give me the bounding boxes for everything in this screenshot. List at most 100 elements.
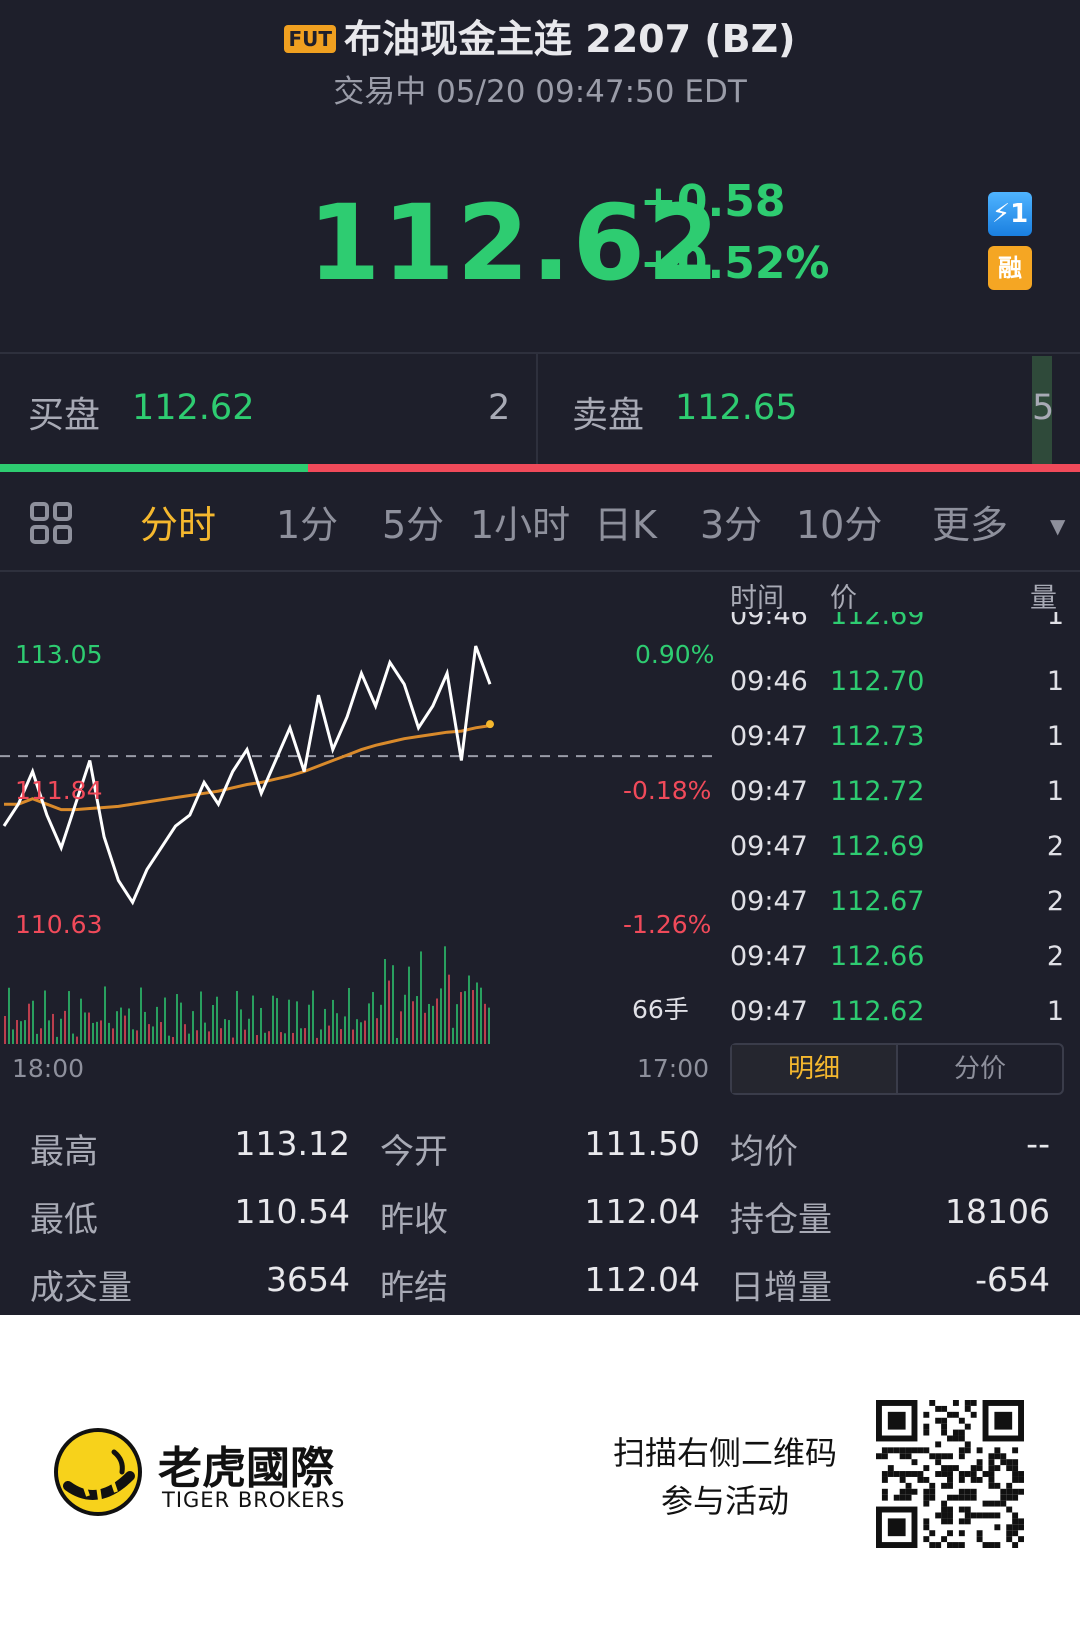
intraday-chart[interactable]	[0, 572, 720, 1062]
tab-1min[interactable]: 1分	[276, 494, 338, 549]
volume-bar	[452, 1027, 454, 1044]
open-value: 111.50	[584, 1124, 700, 1163]
tick-price: 112.73	[830, 721, 925, 752]
volume-bar	[108, 1022, 110, 1044]
bid-size: 2	[488, 388, 511, 428]
volume-bar	[4, 1016, 6, 1044]
volume-bar	[200, 991, 202, 1044]
volume-bar	[276, 998, 278, 1044]
prev-close-label: 昨收	[380, 1200, 448, 1240]
chevron-down-icon[interactable]: ▼	[1050, 514, 1065, 538]
list-item: 09:46 112.69 1	[730, 612, 1066, 640]
volume-bars	[4, 946, 490, 1044]
qr-code[interactable]	[876, 1400, 1024, 1548]
bid-ask-ratio-bar	[0, 464, 1080, 472]
volume-bar	[216, 996, 218, 1044]
tick-price: 112.67	[830, 886, 925, 917]
futures-badge: FUT	[284, 25, 337, 53]
volume-bar	[252, 995, 254, 1044]
x-axis-end: 17:00	[637, 1054, 710, 1083]
volume-bar	[444, 946, 446, 1044]
x-axis-start: 18:00	[12, 1054, 85, 1083]
volume-bar	[304, 1028, 306, 1044]
volume-bar	[436, 998, 438, 1044]
oi-change-value: -654	[975, 1260, 1050, 1299]
volume-bar	[364, 1020, 366, 1044]
oi-change-label: 日增量	[730, 1268, 832, 1308]
tick-time: 09:47	[730, 776, 808, 807]
high-value: 113.12	[234, 1124, 350, 1163]
prev-close-value: 112.04	[584, 1192, 700, 1231]
volume-bar	[420, 951, 422, 1044]
volume-bar	[332, 999, 334, 1044]
open-label: 今开	[380, 1132, 448, 1172]
volume-bar	[320, 1029, 322, 1044]
tab-daily[interactable]: 日K	[594, 494, 657, 549]
volume-bar	[248, 1018, 250, 1044]
volume-bar	[404, 994, 406, 1044]
volume-bar	[396, 1037, 398, 1044]
volume-bar	[280, 1032, 282, 1044]
volume-bar	[220, 1028, 222, 1044]
volume-bar	[456, 1004, 458, 1044]
price-change: +0.58	[640, 176, 786, 227]
volume-bar	[148, 1024, 150, 1044]
tick-volume: 1	[1046, 612, 1064, 631]
margin-icon[interactable]: 融	[988, 246, 1032, 290]
volume-bar	[412, 1001, 414, 1044]
volume-bar	[20, 1021, 22, 1044]
volume-bar	[392, 965, 394, 1044]
tick-view-toggle: 明细 分价	[730, 1043, 1064, 1095]
volume-bar	[316, 1037, 318, 1044]
tab-intraday[interactable]: 分时	[140, 494, 216, 549]
volume-bar	[300, 1028, 302, 1044]
volume-bar	[56, 1036, 58, 1044]
volume-bar	[72, 1033, 74, 1044]
tick-time: 09:47	[730, 996, 808, 1027]
tick-price: 112.70	[830, 666, 925, 697]
volume-bar	[36, 1033, 38, 1044]
volume-bar	[368, 1003, 370, 1044]
volume-bar	[196, 1030, 198, 1044]
detail-button[interactable]: 明细	[732, 1045, 898, 1093]
by-price-button[interactable]: 分价	[898, 1045, 1062, 1093]
tab-3min[interactable]: 3分	[700, 494, 762, 549]
volume-bar	[168, 1035, 170, 1044]
avg-value: --	[1026, 1124, 1050, 1163]
volume-bar	[376, 1018, 378, 1044]
volume-bar	[308, 1004, 310, 1044]
volume-bar	[244, 1029, 246, 1044]
y-axis-mid: 111.84	[15, 776, 103, 805]
volume-bar	[120, 1007, 122, 1044]
volume-bar	[384, 959, 386, 1044]
volume-bar	[372, 992, 374, 1044]
tick-volume: 1	[1046, 996, 1064, 1027]
bid-price[interactable]: 112.62	[132, 388, 254, 428]
volume-bar	[344, 1016, 346, 1044]
tab-5min[interactable]: 5分	[382, 494, 444, 549]
volume-bar	[24, 1020, 26, 1044]
tab-1hour[interactable]: 1小时	[470, 494, 570, 549]
lightning-trade-icon[interactable]: ⚡1	[988, 192, 1032, 236]
promo-line-1: 扫描右侧二维码	[612, 1434, 837, 1472]
volume-bar	[288, 999, 290, 1044]
volume-bar	[32, 1000, 34, 1044]
volume-bar	[476, 982, 478, 1044]
volume-bar	[312, 990, 314, 1044]
volume-bar	[140, 987, 142, 1044]
volume-bar	[128, 1008, 130, 1044]
volume-bar	[416, 996, 418, 1044]
tab-10min[interactable]: 10分	[796, 494, 882, 549]
grid-icon[interactable]	[30, 502, 72, 544]
tab-more[interactable]: 更多	[932, 494, 1008, 549]
volume-bar	[388, 980, 390, 1044]
pct-axis-low: -1.26%	[623, 910, 712, 939]
price-line	[2, 645, 492, 906]
brand-name-cn: 老虎國際	[158, 1443, 334, 1494]
volume-bar	[448, 974, 450, 1044]
volume-bar	[188, 1033, 190, 1044]
price-change-percent: +0.52%	[640, 238, 830, 289]
ask-price[interactable]: 112.65	[675, 388, 797, 428]
volume-bar	[176, 994, 178, 1044]
volume-bar	[424, 1012, 426, 1044]
